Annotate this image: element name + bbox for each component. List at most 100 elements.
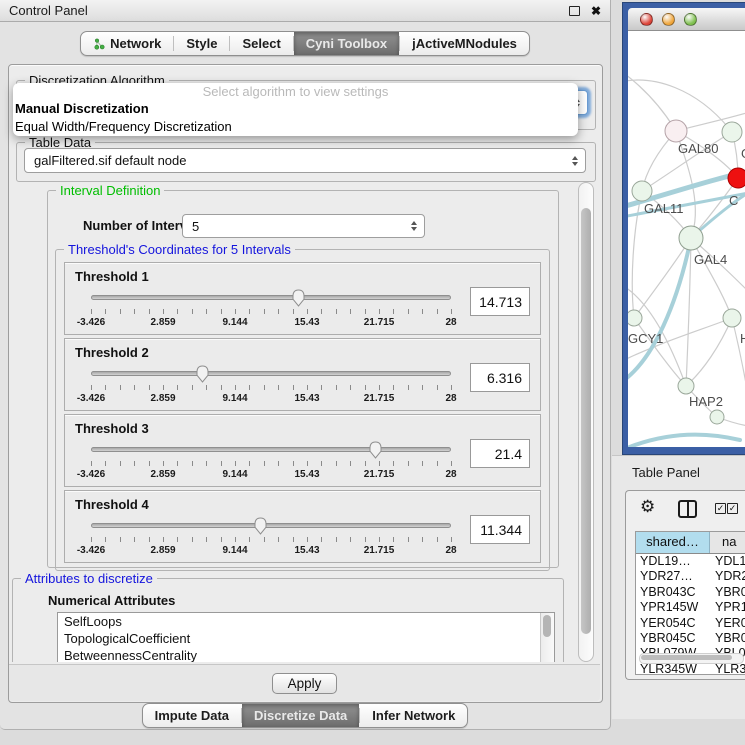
attribute-item-betweennesscentrality[interactable]: BetweennessCentrality bbox=[58, 647, 554, 662]
gear-icon[interactable]: ⚙ bbox=[640, 498, 655, 516]
table-header-name[interactable]: na bbox=[710, 532, 745, 553]
attributes-listbox[interactable]: SelfLoopsTopologicalCoefficientBetweenne… bbox=[57, 612, 555, 662]
table-horizontal-scrollbar[interactable] bbox=[639, 653, 744, 664]
bottom-tab-discretize-data[interactable]: Discretize Data bbox=[242, 704, 359, 727]
algorithm-dropdown-popup: Select algorithm to view settings Manual… bbox=[13, 83, 578, 136]
threshold-2-slider[interactable]: -3.4262.8599.14415.4321.71528 bbox=[91, 365, 451, 407]
table-cell-name[interactable]: YDL1 bbox=[710, 554, 745, 569]
network-node-hap2[interactable] bbox=[678, 378, 694, 394]
table-data-combobox[interactable]: galFiltered.sif default node bbox=[24, 148, 586, 173]
network-node-gal11[interactable] bbox=[632, 181, 652, 201]
checkbox-icon[interactable]: ✓ bbox=[715, 503, 726, 514]
tick-mark bbox=[379, 537, 380, 542]
network-node-gal80[interactable] bbox=[665, 120, 687, 142]
table-cell-name[interactable]: YER0 bbox=[710, 616, 745, 631]
slider-track[interactable] bbox=[91, 523, 451, 528]
tab-jactivemnodules[interactable]: jActiveMNodules bbox=[400, 32, 529, 55]
table-cell-shared-name[interactable]: YER054C bbox=[636, 616, 710, 631]
table-cell-name[interactable]: YBR0 bbox=[710, 631, 745, 646]
close-window-icon[interactable]: ✖ bbox=[591, 5, 601, 17]
dropdown-option-manual-discretization[interactable]: Manual Discretization bbox=[13, 100, 578, 118]
slider-track[interactable] bbox=[91, 447, 451, 452]
slider-track[interactable] bbox=[91, 371, 451, 376]
threshold-4-value-field[interactable]: 11.344 bbox=[470, 515, 530, 544]
table-cell-name[interactable]: YBR0 bbox=[710, 585, 745, 600]
table-cell-shared-name[interactable]: YBR043C bbox=[636, 585, 710, 600]
tick-mark bbox=[264, 385, 265, 390]
network-node-c[interactable] bbox=[728, 168, 745, 188]
table-cell-shared-name[interactable]: YDL19… bbox=[636, 554, 710, 569]
settings-scroll-viewport: Interval Definition Number of Intervals … bbox=[10, 182, 577, 662]
table-row[interactable]: YBR045CYBR0 bbox=[636, 631, 745, 646]
network-node-gal4[interactable] bbox=[679, 226, 703, 250]
threshold-4-slider[interactable]: -3.4262.8599.14415.4321.71528 bbox=[91, 517, 451, 559]
threshold-1-slider[interactable]: -3.4262.8599.14415.4321.71528 bbox=[91, 289, 451, 331]
attribute-item-selfloops[interactable]: SelfLoops bbox=[58, 613, 554, 630]
network-canvas[interactable]: GAL80GCGAL11GAL4GCY1HHAP2 bbox=[628, 31, 745, 447]
table-cell-name[interactable]: YDR2 bbox=[710, 569, 745, 584]
threshold-2-value-field[interactable]: 6.316 bbox=[470, 363, 530, 392]
tick-mark bbox=[149, 537, 150, 542]
tick-mark bbox=[379, 461, 380, 466]
table-row[interactable]: YDL19…YDL1 bbox=[636, 554, 745, 569]
panel-scrollbar[interactable] bbox=[578, 182, 594, 662]
tick-mark bbox=[192, 461, 193, 466]
threshold-1-value-field[interactable]: 14.713 bbox=[470, 287, 530, 316]
slider-tick-label: 9.144 bbox=[222, 317, 247, 328]
tick-mark bbox=[249, 461, 250, 466]
bottom-tab-infer-network[interactable]: Infer Network bbox=[360, 704, 467, 727]
node-label: GAL4 bbox=[694, 252, 727, 267]
dropdown-option-equal-width-frequency-discretization[interactable]: Equal Width/Frequency Discretization bbox=[13, 118, 578, 136]
slider-thumb[interactable] bbox=[291, 289, 306, 307]
slider-thumb[interactable] bbox=[368, 441, 383, 459]
tick-mark bbox=[408, 461, 409, 466]
bottom-tab-impute-data[interactable]: Impute Data bbox=[143, 704, 241, 727]
float-window-icon[interactable] bbox=[569, 6, 580, 16]
table-cell-shared-name[interactable]: YBR045C bbox=[636, 631, 710, 646]
list-scrollbar-thumb[interactable] bbox=[543, 615, 551, 637]
table-cell-name[interactable]: YPR1 bbox=[710, 600, 745, 615]
slider-thumb[interactable] bbox=[253, 517, 268, 535]
close-traffic-light-icon[interactable] bbox=[640, 13, 653, 26]
tick-mark bbox=[293, 461, 294, 466]
attribute-item-topologicalcoefficient[interactable]: TopologicalCoefficient bbox=[58, 630, 554, 647]
table-row[interactable]: YPR145WYPR1 bbox=[636, 600, 745, 615]
network-node-g[interactable] bbox=[722, 122, 742, 142]
network-node-h[interactable] bbox=[723, 309, 741, 327]
minimize-traffic-light-icon[interactable] bbox=[662, 13, 675, 26]
threshold-3-value-field[interactable]: 21.4 bbox=[470, 439, 530, 468]
network-view-titlebar[interactable] bbox=[628, 8, 745, 31]
list-scrollbar[interactable] bbox=[540, 613, 554, 662]
node-label: H bbox=[740, 331, 745, 346]
table-cell-shared-name[interactable]: YDR27… bbox=[636, 569, 710, 584]
network-graph: GAL80GCGAL11GAL4GCY1HHAP2 bbox=[628, 31, 745, 447]
tab-select[interactable]: Select bbox=[230, 32, 292, 55]
tick-mark bbox=[163, 461, 164, 466]
column-layout-icon[interactable] bbox=[678, 500, 697, 518]
table-row[interactable]: YBR043CYBR0 bbox=[636, 585, 745, 600]
tick-mark bbox=[422, 537, 423, 542]
slider-track[interactable] bbox=[91, 295, 451, 300]
tab-network[interactable]: Network bbox=[81, 32, 173, 55]
panel-scrollbar-thumb[interactable] bbox=[581, 208, 591, 634]
tab-style[interactable]: Style bbox=[174, 32, 229, 55]
tick-mark bbox=[120, 537, 121, 542]
slider-tick-label: 28 bbox=[445, 469, 456, 480]
network-node[interactable] bbox=[710, 410, 724, 424]
slider-tick-label: 2.859 bbox=[150, 545, 175, 556]
table-scrollbar-thumb[interactable] bbox=[641, 655, 732, 660]
table-header-shared-name[interactable]: shared… bbox=[636, 532, 710, 553]
threshold-label: Threshold 1 bbox=[75, 269, 149, 284]
threshold-3-slider[interactable]: -3.4262.8599.14415.4321.71528 bbox=[91, 441, 451, 483]
checkbox-icon[interactable]: ✓ bbox=[727, 503, 738, 514]
table-row[interactable]: YDR27…YDR2 bbox=[636, 569, 745, 584]
table-cell-shared-name[interactable]: YPR145W bbox=[636, 600, 710, 615]
table-row[interactable]: YER054CYER0 bbox=[636, 616, 745, 631]
zoom-traffic-light-icon[interactable] bbox=[684, 13, 697, 26]
slider-thumb[interactable] bbox=[195, 365, 210, 383]
tick-mark bbox=[163, 309, 164, 314]
apply-button[interactable]: Apply bbox=[272, 673, 338, 694]
number-of-intervals-combobox[interactable]: 5 bbox=[182, 214, 425, 238]
tab-cyni-toolbox[interactable]: Cyni Toolbox bbox=[294, 32, 399, 55]
network-node-gcy1[interactable] bbox=[628, 310, 642, 326]
